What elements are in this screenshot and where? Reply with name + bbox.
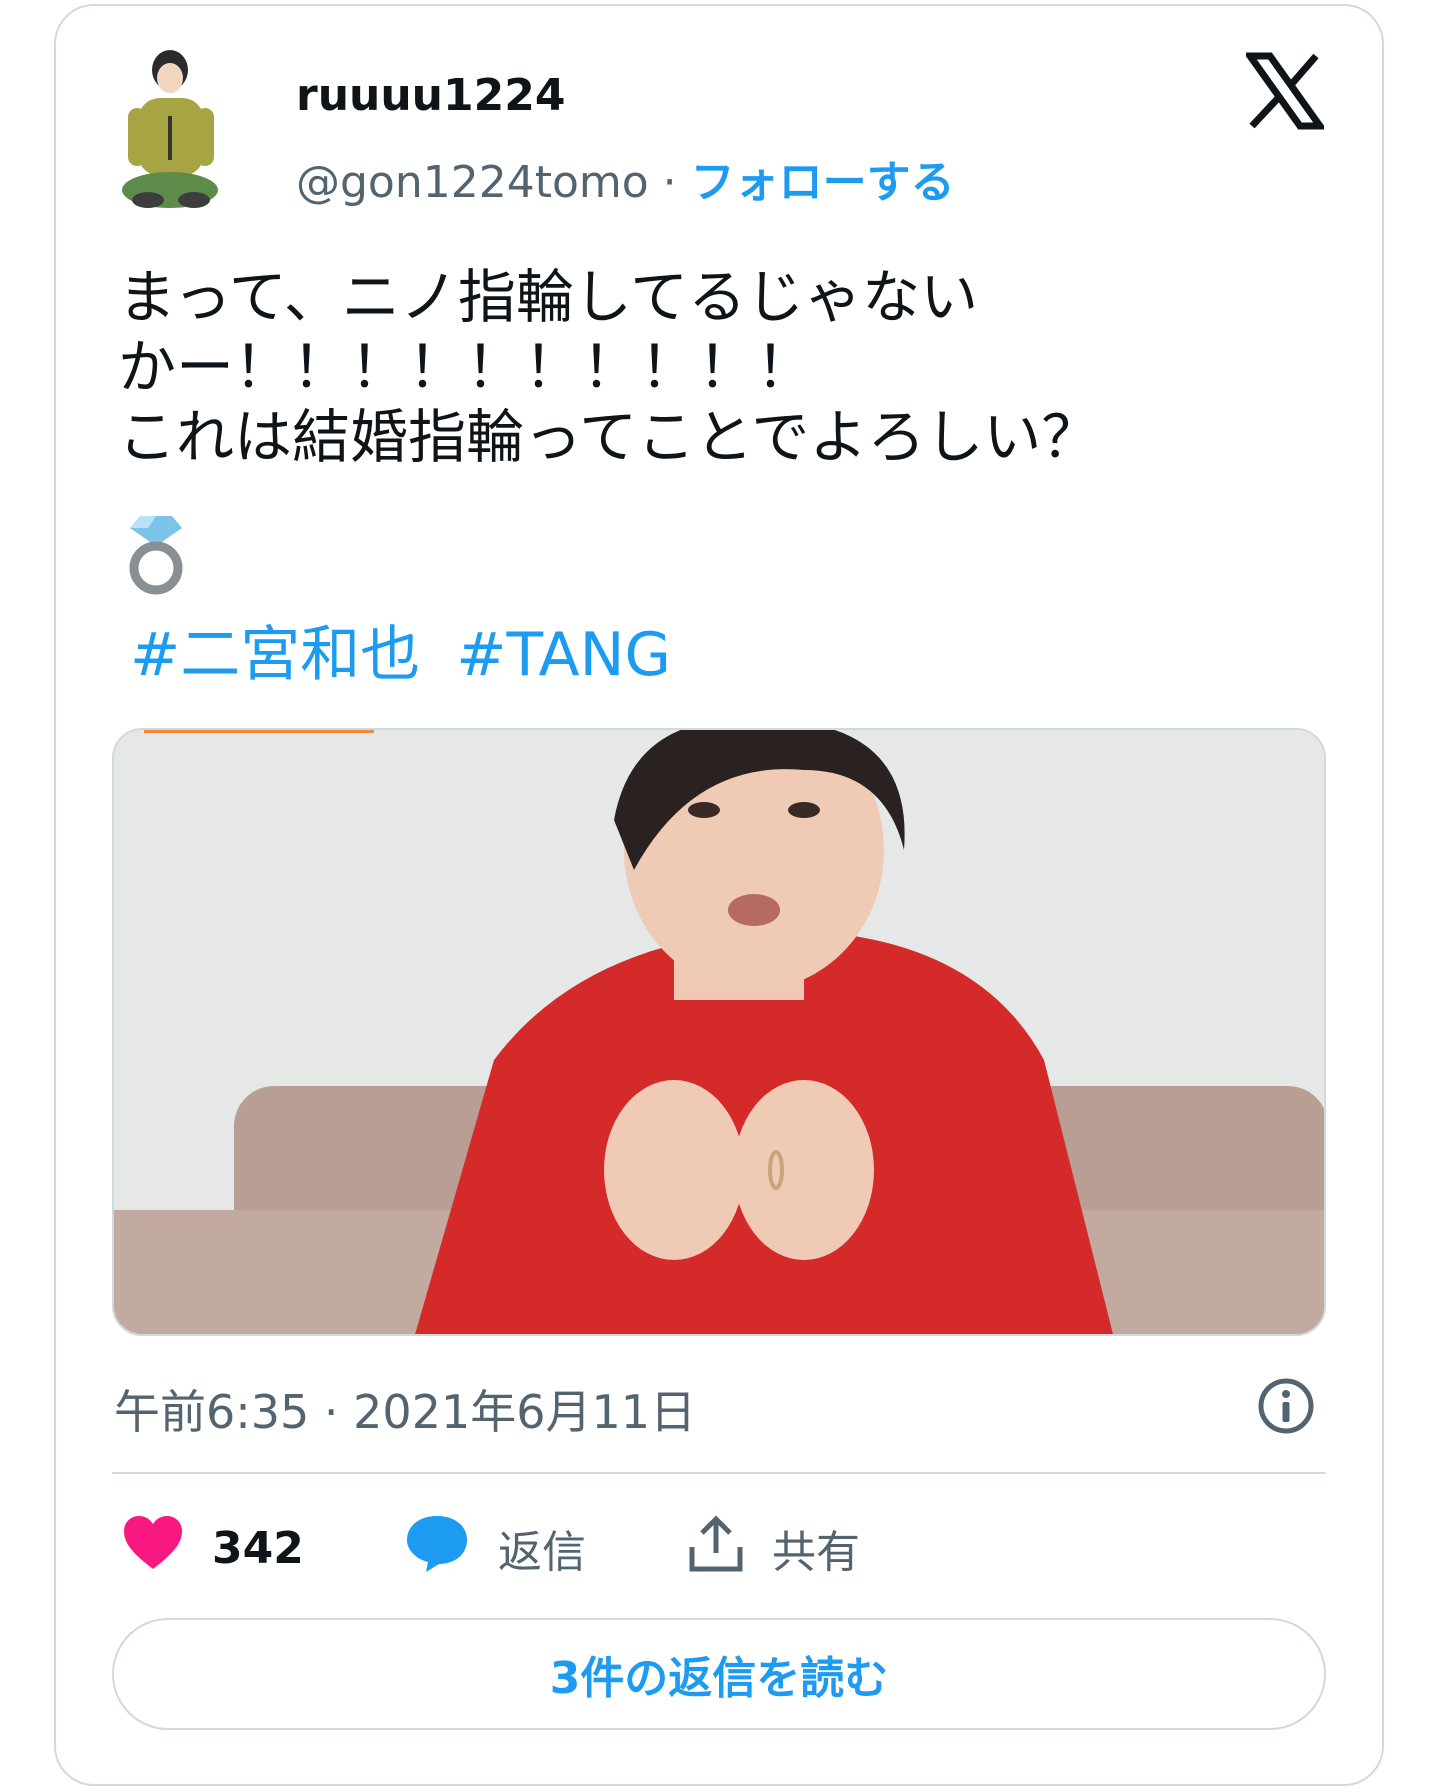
like-count: 342: [212, 1522, 304, 1574]
author-name[interactable]: ruuuu1224: [296, 70, 565, 121]
hashtags: #二宮和也 #TANG: [130, 606, 707, 693]
tweet-text: まって、ニノ指輪してるじゃない かー！！！！！！！！！！ これは結婚指輪ってこと…: [118, 262, 1338, 472]
handle-separator: ·: [662, 157, 677, 208]
reply-bubble-icon: [404, 1512, 470, 1585]
reply-button[interactable]: 返信: [404, 1515, 586, 1580]
reply-label: 返信: [498, 1527, 586, 1578]
share-icon: [688, 1513, 744, 1584]
follow-button[interactable]: フォローする: [691, 157, 955, 208]
share-button[interactable]: 共有: [688, 1514, 860, 1580]
x-logo-icon[interactable]: [1243, 52, 1327, 130]
tweet-line: これは結婚指輪ってことでよろしい？: [118, 403, 1100, 471]
author-handle-row: @gon1224tomo · フォローする: [296, 146, 955, 210]
share-label: 共有: [772, 1527, 860, 1578]
heart-icon: [122, 1515, 184, 1582]
read-replies-button[interactable]: 3件の返信を読む: [112, 1618, 1326, 1730]
hashtag-link[interactable]: #二宮和也: [130, 620, 420, 690]
hashtag-link[interactable]: #TANG: [456, 620, 671, 690]
ring-icon: [124, 512, 188, 596]
author-handle[interactable]: @gon1224tomo: [296, 157, 649, 208]
info-icon[interactable]: [1256, 1376, 1316, 1436]
tweet-line: まって、ニノ指輪してるじゃない: [118, 263, 979, 331]
avatar[interactable]: [118, 48, 258, 218]
like-button[interactable]: 342: [122, 1515, 304, 1582]
tweet-timestamp[interactable]: 午前6:35 · 2021年6月11日: [114, 1376, 696, 1442]
tweet-photo[interactable]: [112, 728, 1326, 1336]
divider: [112, 1472, 1326, 1474]
tweet-line: かー！！！！！！！！！！: [118, 333, 815, 401]
